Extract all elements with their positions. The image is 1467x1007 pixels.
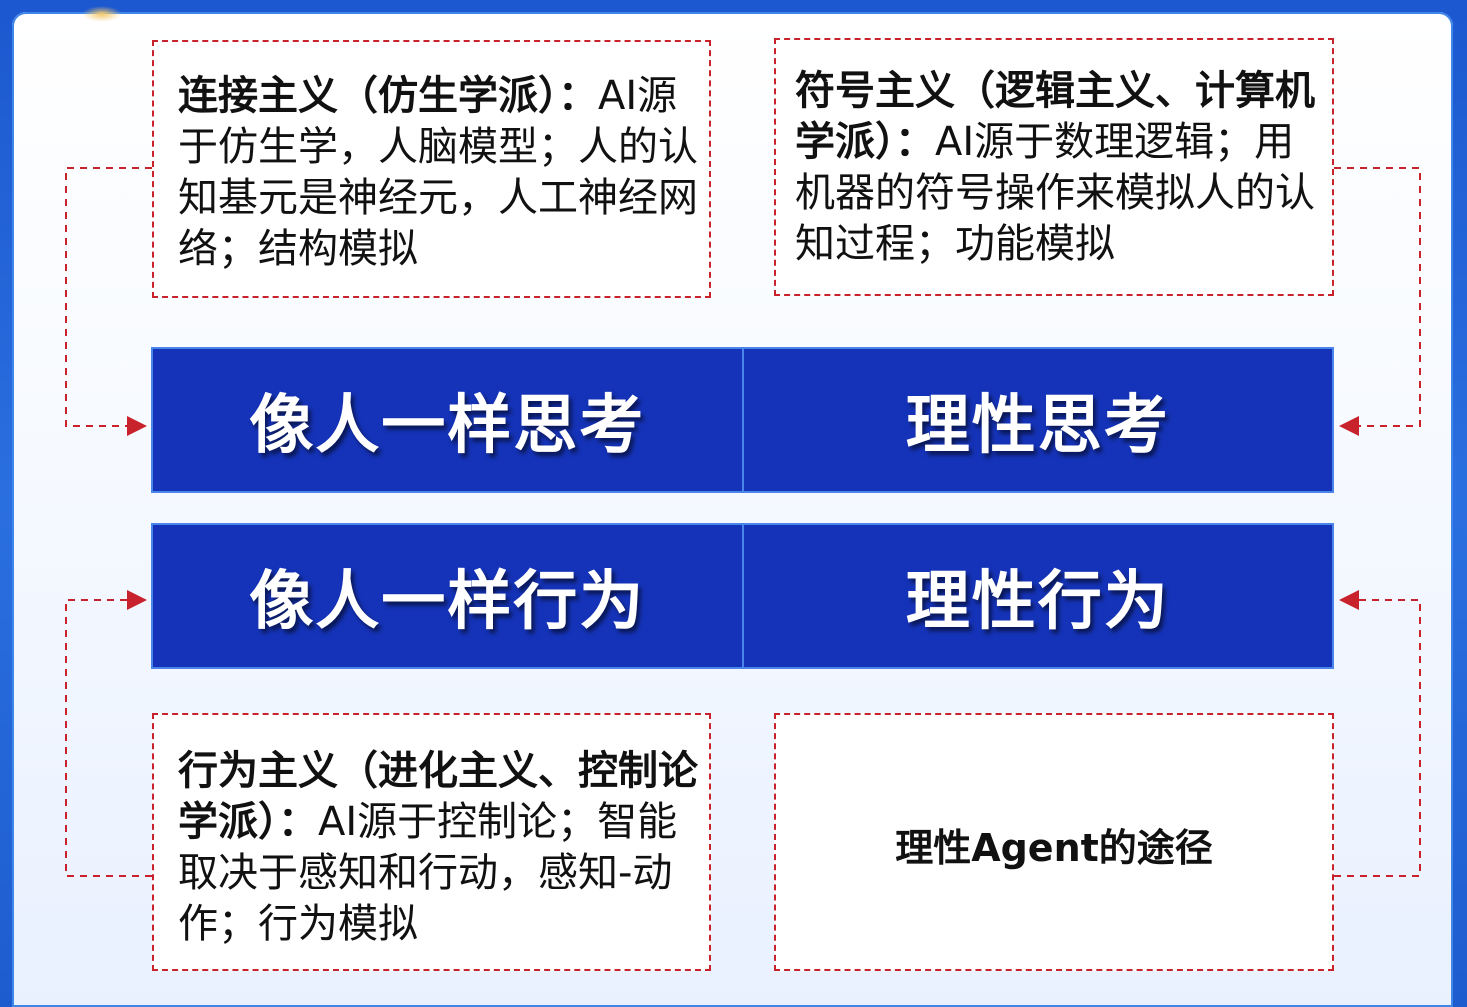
connectionism-heading: 连接主义（仿生学派）： (178, 73, 598, 119)
cell-act-rational: 理性行为 (741, 525, 1333, 667)
symbolism-text: 符号主义（逻辑主义、计算机学派）：AI源于数理逻辑；用机器的符号操作来模拟人的认… (795, 66, 1333, 270)
cell-think-human: 像人一样思考 (249, 389, 646, 463)
corner-glow-decoration (82, 6, 122, 22)
rational-agent-box: 理性Agent的途径 (774, 713, 1334, 971)
rational-agent-label: 理性Agent的途径 (895, 825, 1213, 870)
cell-act-human: 像人一样行为 (249, 565, 646, 639)
grid-row-acting: 像人一样行为 理性行为 (151, 523, 1334, 669)
cell-think-rational: 理性思考 (741, 349, 1333, 491)
behaviorism-text: 行为主义（进化主义、控制论学派）：AI源于控制论；智能取决于感知和行动，感知-动… (178, 746, 698, 950)
connectionism-text: 连接主义（仿生学派）：AI源于仿生学，人脑模型；人的认知基元是神经元，人工神经网… (178, 71, 698, 275)
grid-row-thinking: 像人一样思考 理性思考 (151, 347, 1334, 493)
